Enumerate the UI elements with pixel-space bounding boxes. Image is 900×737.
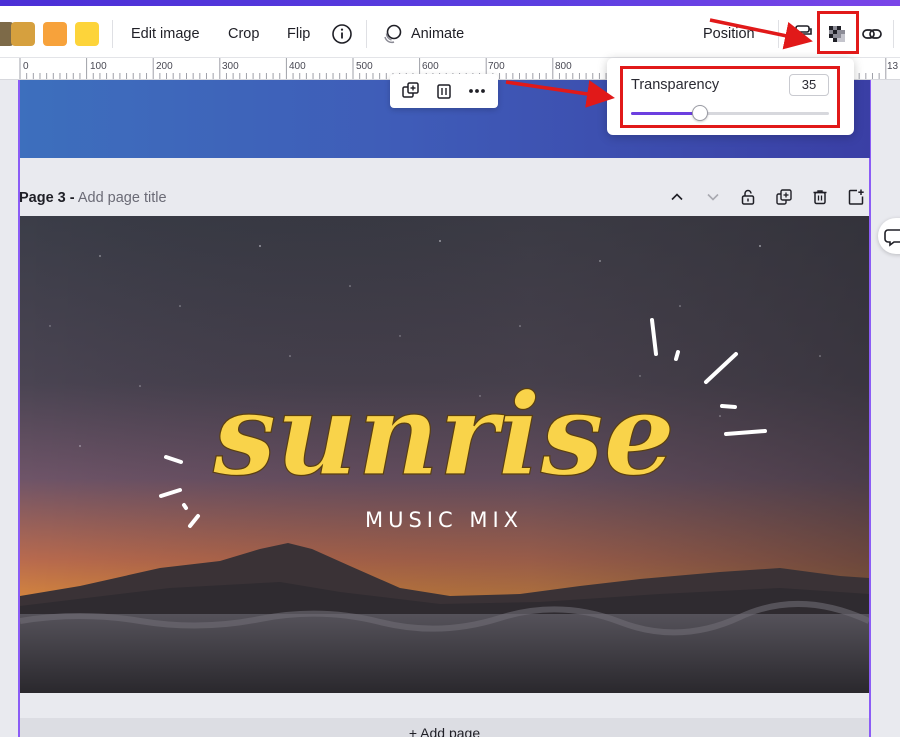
sunrise-title-text[interactable]: sunrise xyxy=(212,369,676,501)
ruler-label: 800 xyxy=(555,61,572,72)
page-header: Page 3 - Add page title xyxy=(19,185,167,211)
crop-button[interactable]: Crop xyxy=(228,22,259,46)
ruler-label: 400 xyxy=(289,61,306,72)
comment-icon xyxy=(884,229,900,247)
sunrise-background-image[interactable]: sunrise MUSIC MIX xyxy=(20,216,869,693)
selection-context-toolbar xyxy=(390,74,498,108)
delete-icon[interactable] xyxy=(433,80,455,102)
page-down-chevron-icon[interactable] xyxy=(702,186,724,208)
color-swatch-2[interactable] xyxy=(11,22,35,46)
flip-button[interactable]: Flip xyxy=(287,22,310,46)
lock-page-icon[interactable] xyxy=(737,186,759,208)
color-swatch-4[interactable] xyxy=(75,22,99,46)
page-selection-border-right xyxy=(869,80,871,737)
image-toolbar: Edit image Crop Flip Animate Position xyxy=(0,6,900,58)
ruler-label: 200 xyxy=(156,61,173,72)
toolbar-divider xyxy=(366,20,367,48)
ruler-label: 100 xyxy=(90,61,107,72)
annotation-box-transparency-popover xyxy=(620,66,840,128)
ruler-label: 0 xyxy=(23,61,29,72)
duplicate-icon[interactable] xyxy=(400,80,422,102)
paint-roller-icon[interactable] xyxy=(789,20,817,48)
canva-editor: Edit image Crop Flip Animate Position 0 … xyxy=(0,0,900,737)
annotation-box-transparency-button xyxy=(817,11,859,54)
delete-page-icon[interactable] xyxy=(809,186,831,208)
comment-button[interactable] xyxy=(878,218,900,254)
toolbar-divider xyxy=(893,20,894,48)
color-swatch-3[interactable] xyxy=(43,22,67,46)
duplicate-page-icon[interactable] xyxy=(773,186,795,208)
more-options-icon[interactable] xyxy=(466,80,488,102)
ruler-label: 600 xyxy=(422,61,439,72)
ruler-label: 13 xyxy=(887,61,899,72)
ruler-label: 300 xyxy=(222,61,239,72)
add-page-icon[interactable] xyxy=(845,186,867,208)
toolbar-divider xyxy=(112,20,113,48)
music-mix-subtitle[interactable]: MUSIC MIX xyxy=(365,508,523,532)
edit-image-button[interactable]: Edit image xyxy=(131,22,200,46)
page-canvas[interactable]: sunrise MUSIC MIX xyxy=(20,216,869,693)
ruler-label: 700 xyxy=(488,61,505,72)
toolbar-divider xyxy=(778,20,779,48)
ruler-label: 500 xyxy=(356,61,373,72)
animate-icon[interactable] xyxy=(378,20,406,48)
animate-button[interactable]: Animate xyxy=(411,22,464,46)
page-up-chevron-icon[interactable] xyxy=(666,186,688,208)
page-title-input[interactable]: Add page title xyxy=(78,190,167,206)
page-number-label: Page 3 - xyxy=(19,190,75,206)
link-icon[interactable] xyxy=(858,20,886,48)
info-icon[interactable] xyxy=(328,20,356,48)
add-page-button[interactable]: + Add page xyxy=(20,718,869,737)
position-button[interactable]: Position xyxy=(703,22,755,46)
